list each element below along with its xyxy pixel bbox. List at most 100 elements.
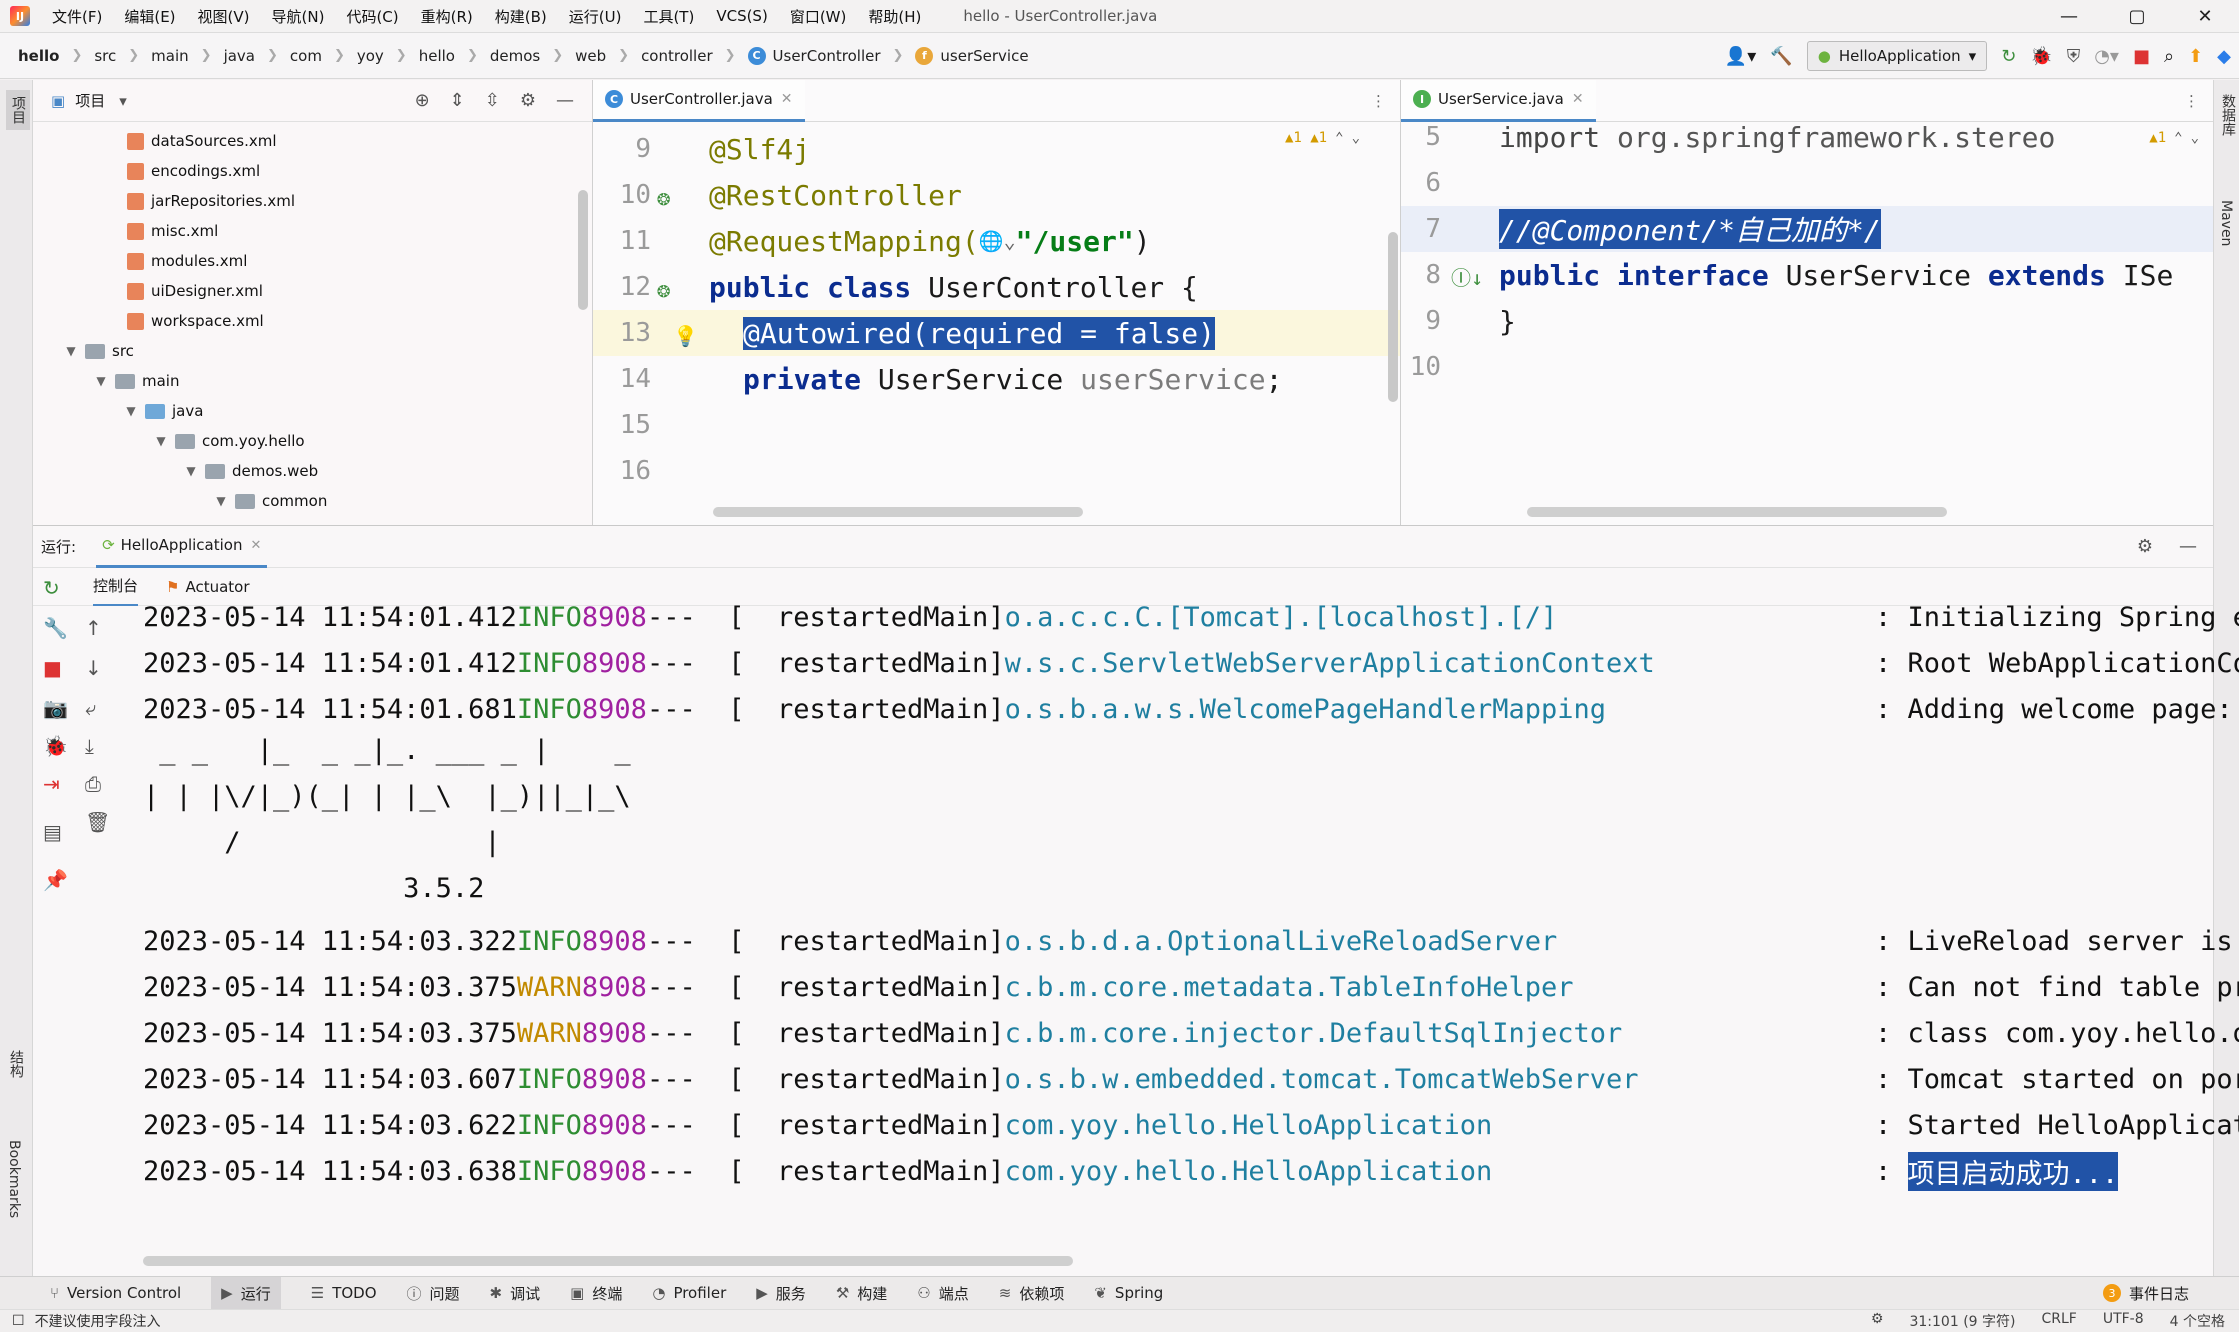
tree-item[interactable]: uiDesigner.xml bbox=[127, 276, 263, 306]
expand-all-icon[interactable]: ⇕ bbox=[450, 90, 465, 111]
stop-icon[interactable]: ■ bbox=[2133, 46, 2150, 67]
chevron-down-icon[interactable]: ▼ bbox=[123, 404, 139, 418]
editor-horizontal-scrollbar[interactable] bbox=[713, 507, 1083, 517]
chevron-down-icon[interactable]: ▼ bbox=[213, 494, 229, 508]
tree-item[interactable]: dataSources.xml bbox=[127, 126, 277, 156]
tree-item[interactable]: ▼ com.yoy.hello bbox=[153, 426, 304, 456]
chevron-down-icon[interactable]: ▼ bbox=[153, 434, 169, 448]
menu-build[interactable]: 构建(B) bbox=[495, 6, 547, 27]
console-horizontal-scrollbar[interactable] bbox=[143, 1256, 1073, 1266]
tree-item[interactable]: encodings.xml bbox=[127, 156, 260, 186]
breadcrumb-main[interactable]: main bbox=[151, 47, 188, 65]
coverage-icon[interactable]: ⛨ bbox=[2067, 46, 2081, 67]
bookmarks-tool-tab[interactable]: Bookmarks bbox=[6, 1140, 22, 1218]
menu-vcs[interactable]: VCS(S) bbox=[716, 7, 767, 25]
structure-tool-tab[interactable]: 结构 bbox=[6, 1050, 26, 1078]
more-options-icon[interactable]: ⋮ bbox=[2184, 92, 2199, 110]
arrow-down-icon[interactable]: ↓ bbox=[85, 656, 102, 680]
rerun-icon[interactable]: ↻ bbox=[43, 576, 60, 600]
jetbrains-icon[interactable]: ◆ bbox=[2217, 46, 2231, 67]
database-tool-tab[interactable]: 数据库 bbox=[2218, 94, 2238, 136]
close-tab-icon[interactable]: ✕ bbox=[250, 538, 261, 553]
tab-build[interactable]: ⚒ 构建 bbox=[836, 1283, 887, 1304]
maven-tool-tab[interactable]: Maven bbox=[2218, 200, 2234, 246]
minimize-button[interactable]: — bbox=[2035, 0, 2103, 33]
tab-version-control[interactable]: ⑂ Version Control bbox=[50, 1284, 181, 1302]
pin-icon[interactable]: 📌 bbox=[43, 868, 68, 892]
bean-gutter-icon[interactable]: ❂ bbox=[657, 186, 670, 211]
print-icon[interactable]: ⎙ bbox=[85, 772, 101, 796]
tree-item[interactable]: jarRepositories.xml bbox=[127, 186, 295, 216]
editor-vertical-scrollbar[interactable] bbox=[1388, 232, 1398, 402]
tree-item[interactable]: ▼ src bbox=[63, 336, 134, 366]
tab-spring[interactable]: ❦ Spring bbox=[1094, 1284, 1163, 1302]
camera-icon[interactable]: 📷 bbox=[43, 696, 68, 720]
menu-view[interactable]: 视图(V) bbox=[198, 6, 250, 27]
menu-help[interactable]: 帮助(H) bbox=[868, 6, 921, 27]
breadcrumb-web[interactable]: web bbox=[575, 47, 606, 65]
chevron-down-icon[interactable]: ▼ bbox=[93, 374, 109, 388]
breadcrumb-hello-pkg[interactable]: hello bbox=[419, 47, 455, 65]
tab-problems[interactable]: ⓘ 问题 bbox=[407, 1283, 460, 1304]
web-icon[interactable]: 🌐⌄ bbox=[979, 229, 1016, 253]
debug-icon[interactable]: 🐞 bbox=[2030, 46, 2052, 67]
status-checkbox-icon[interactable]: ☐ bbox=[12, 1313, 25, 1329]
tree-item[interactable]: ▼ main bbox=[93, 366, 179, 396]
menu-edit[interactable]: 编辑(E) bbox=[124, 6, 175, 27]
tree-item[interactable]: ▼ common bbox=[213, 486, 327, 516]
chevron-down-icon[interactable]: ▾ bbox=[119, 92, 127, 110]
collapse-all-icon[interactable]: ⇳ bbox=[485, 90, 500, 111]
tab-profiler[interactable]: ◔ Profiler bbox=[652, 1284, 726, 1302]
search-icon[interactable]: ⌕ bbox=[2164, 46, 2174, 67]
menu-file[interactable]: 文件(F) bbox=[52, 6, 102, 27]
tab-console[interactable]: 控制台 bbox=[93, 568, 139, 606]
indent-setting[interactable]: 4 个空格 bbox=[2170, 1311, 2225, 1331]
breadcrumb-controller[interactable]: controller bbox=[641, 47, 713, 65]
menu-refactor[interactable]: 重构(R) bbox=[421, 6, 473, 27]
maximize-button[interactable]: ▢ bbox=[2103, 0, 2171, 33]
menu-window[interactable]: 窗口(W) bbox=[790, 6, 847, 27]
project-scrollbar[interactable] bbox=[578, 190, 588, 310]
menu-navigate[interactable]: 导航(N) bbox=[272, 6, 325, 27]
exit-icon[interactable]: ⇥ bbox=[43, 772, 60, 796]
stop-icon[interactable]: ■ bbox=[43, 656, 62, 680]
spring-bean-gutter-icon[interactable]: ❂ bbox=[657, 278, 670, 303]
tab-endpoints[interactable]: ⚇ 端点 bbox=[917, 1283, 968, 1304]
tree-item[interactable]: misc.xml bbox=[127, 216, 218, 246]
close-tab-icon[interactable]: ✕ bbox=[1572, 91, 1584, 107]
menu-tools[interactable]: 工具(T) bbox=[643, 6, 694, 27]
soft-wrap-icon[interactable]: ⤶ bbox=[85, 696, 96, 720]
tab-usercontroller[interactable]: C UserController.java ✕ bbox=[593, 80, 805, 122]
close-tab-icon[interactable]: ✕ bbox=[781, 91, 793, 107]
line-separator[interactable]: CRLF bbox=[2041, 1311, 2076, 1331]
tab-todo[interactable]: ☰ TODO bbox=[311, 1284, 377, 1302]
user-icon[interactable]: 👤▾ bbox=[1725, 46, 1756, 67]
gear-icon[interactable]: ⚙ bbox=[520, 90, 536, 111]
tab-terminal[interactable]: ▣ 终端 bbox=[570, 1283, 622, 1304]
run-configuration-select[interactable]: ● HelloApplication ▾ bbox=[1806, 41, 1988, 71]
editor-horizontal-scrollbar[interactable] bbox=[1527, 507, 1947, 517]
scroll-to-end-icon[interactable]: ⤓ bbox=[85, 734, 94, 758]
menu-code[interactable]: 代码(C) bbox=[346, 6, 398, 27]
file-encoding[interactable]: UTF-8 bbox=[2103, 1311, 2144, 1331]
breadcrumb-userservice[interactable]: userService bbox=[940, 47, 1028, 65]
close-button[interactable]: ✕ bbox=[2171, 0, 2239, 33]
wrench-icon[interactable]: 🔧 bbox=[43, 616, 68, 640]
more-options-icon[interactable]: ⋮ bbox=[1371, 92, 1386, 110]
tab-debug[interactable]: ✱ 调试 bbox=[490, 1283, 541, 1304]
breadcrumb-demos[interactable]: demos bbox=[490, 47, 540, 65]
hide-icon[interactable]: — bbox=[556, 90, 574, 111]
event-log-button[interactable]: 3 事件日志 bbox=[2102, 1283, 2189, 1304]
gear-icon[interactable]: ⚙ bbox=[2137, 536, 2153, 557]
hide-icon[interactable]: — bbox=[2179, 536, 2197, 557]
project-tool-tab[interactable]: 项目 bbox=[6, 90, 30, 130]
arrow-up-icon[interactable]: ↑ bbox=[85, 616, 102, 640]
breadcrumb-src[interactable]: src bbox=[94, 47, 116, 65]
tree-item[interactable]: ▼ demos.web bbox=[183, 456, 318, 486]
profiler-icon[interactable]: ◔▾ bbox=[2094, 46, 2119, 67]
tree-item[interactable]: workspace.xml bbox=[127, 306, 264, 336]
breadcrumb-com[interactable]: com bbox=[290, 47, 322, 65]
tab-dependencies[interactable]: ≋ 依赖项 bbox=[999, 1283, 1065, 1304]
locate-icon[interactable]: ⊕ bbox=[415, 90, 430, 111]
breadcrumb-java[interactable]: java bbox=[224, 47, 255, 65]
